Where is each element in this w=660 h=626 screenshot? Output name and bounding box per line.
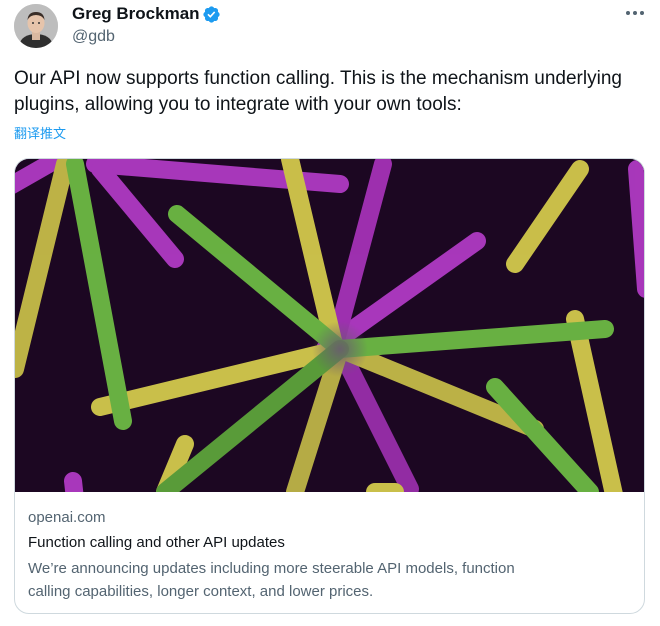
link-card-title: Function calling and other API updates <box>28 534 285 551</box>
link-card-description: We’re announcing updates including more … <box>28 560 515 600</box>
avatar[interactable] <box>14 4 58 48</box>
avatar-photo <box>14 4 58 48</box>
link-card[interactable]: openai.com Function calling and other AP… <box>14 158 645 614</box>
tweet: Greg Brockman @gdb Our API now supports … <box>0 0 660 626</box>
link-card-domain: openai.com <box>28 509 106 526</box>
more-button[interactable] <box>620 2 650 24</box>
abstract-rays-illustration <box>15 159 644 492</box>
verified-badge-icon <box>203 6 220 23</box>
author-name[interactable]: Greg Brockman <box>72 3 200 25</box>
more-horizontal-icon <box>626 11 644 15</box>
author-handle[interactable]: @gdb <box>72 27 115 47</box>
tweet-text: Our API now supports function calling. T… <box>14 68 622 115</box>
link-card-image[interactable] <box>15 159 644 492</box>
translate-link[interactable]: 翻译推文 <box>14 125 66 143</box>
